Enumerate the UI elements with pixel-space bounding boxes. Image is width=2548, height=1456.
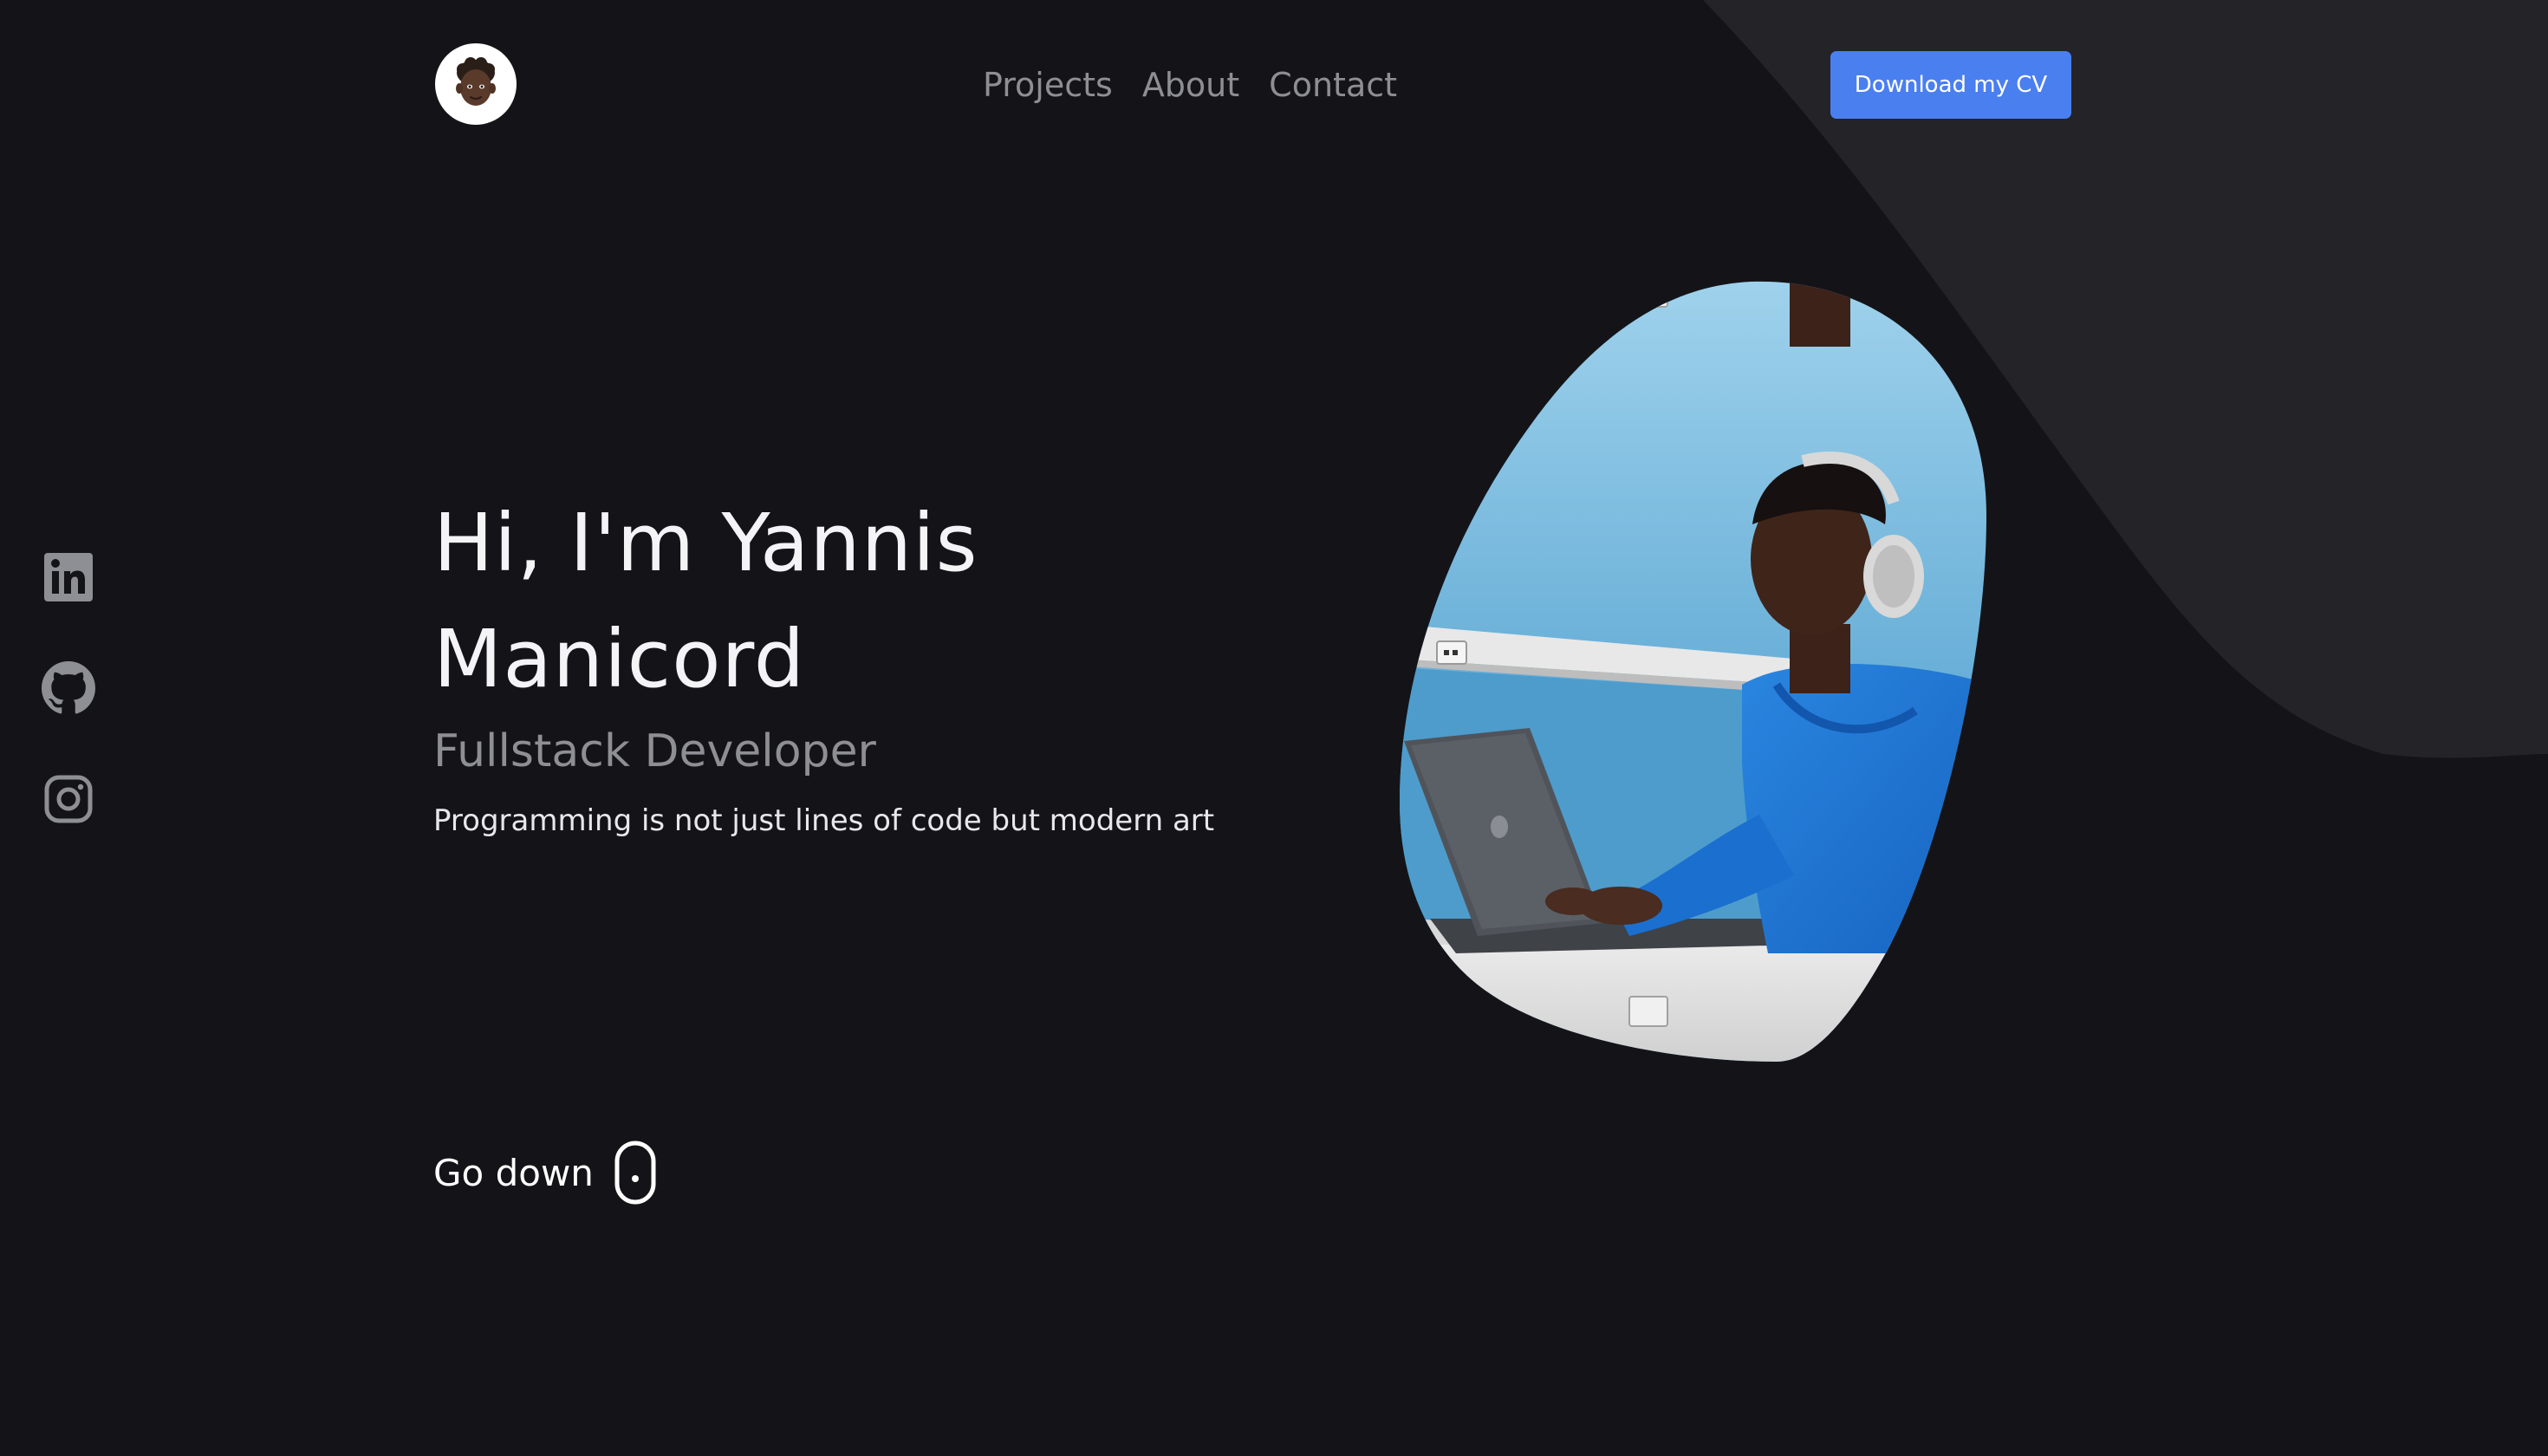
social-links: [42, 551, 95, 825]
linkedin-icon: [44, 553, 93, 601]
nav-link-contact[interactable]: Contact: [1269, 61, 1397, 109]
site-header: Projects About Contact Download my CV: [0, 0, 2548, 173]
nav-link-projects[interactable]: Projects: [983, 61, 1113, 109]
go-down-link[interactable]: Go down: [433, 1141, 656, 1205]
memoji-avatar-icon: [444, 52, 508, 116]
main-nav: Projects About Contact: [983, 61, 1397, 109]
mouse-icon: [614, 1141, 656, 1205]
download-cv-button[interactable]: Download my CV: [1830, 51, 2071, 119]
profile-photo: [1400, 281, 1986, 1062]
hero-role: Fullstack Developer: [433, 725, 876, 777]
hero-section: Hi, I'm Yannis Manicord Fullstack Develo…: [433, 485, 1387, 842]
github-icon: [42, 661, 95, 714]
hero-title: Hi, I'm Yannis Manicord: [433, 485, 1387, 718]
hero-title-line-2: Manicord: [433, 613, 806, 705]
logo-avatar[interactable]: [435, 43, 517, 125]
instagram-link[interactable]: [42, 773, 95, 825]
nav-link-about[interactable]: About: [1142, 61, 1239, 109]
linkedin-link[interactable]: [42, 551, 95, 603]
hero-title-line-1: Hi, I'm Yannis: [433, 497, 978, 589]
instagram-icon: [44, 775, 93, 823]
github-link[interactable]: [42, 661, 95, 714]
go-down-label: Go down: [433, 1151, 594, 1194]
hero-tagline: Programming is not just lines of code bu…: [433, 803, 1215, 838]
